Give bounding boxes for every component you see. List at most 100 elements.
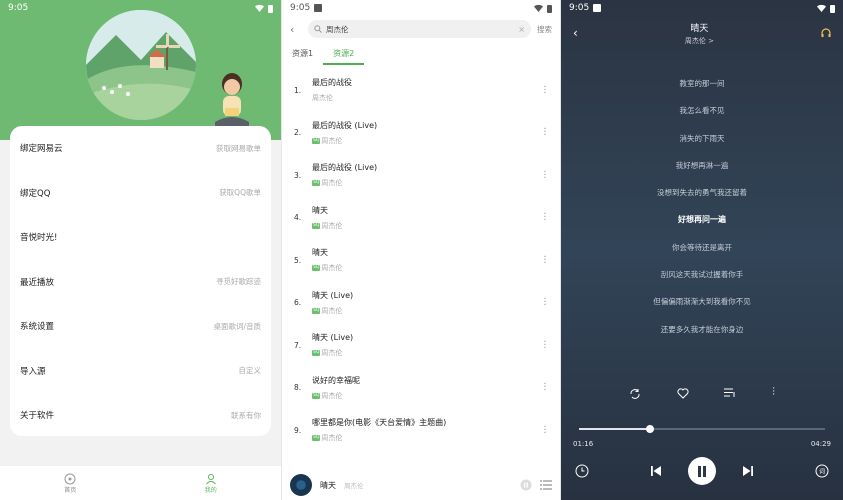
mini-player[interactable]: 晴天 周杰伦 xyxy=(282,470,560,500)
clear-icon[interactable]: × xyxy=(518,25,525,34)
elapsed-time: 01:16 xyxy=(573,440,594,448)
more-icon[interactable]: · · · xyxy=(540,167,550,183)
tab-source-2[interactable]: 资源2 xyxy=(323,48,365,65)
sq-badge: SQ xyxy=(312,265,321,272)
mini-artist: 周杰伦 xyxy=(344,482,364,490)
search-input[interactable]: 周杰伦 × xyxy=(308,20,531,38)
item-index: 2. xyxy=(294,128,302,138)
nav-mine[interactable]: 我的 xyxy=(205,473,217,494)
song-artist: 周杰伦 xyxy=(321,434,343,443)
heart-icon[interactable] xyxy=(677,388,689,400)
notification-icon xyxy=(593,4,602,12)
progress-knob[interactable] xyxy=(646,425,655,433)
more-icon[interactable]: · · · xyxy=(540,125,550,141)
sq-badge: SQ xyxy=(312,392,321,399)
more-icon[interactable]: · · · xyxy=(540,82,550,98)
back-icon[interactable]: ‹ xyxy=(573,26,578,40)
back-icon[interactable]: ‹ xyxy=(290,23,302,36)
song-artist[interactable]: 周杰伦 > xyxy=(685,36,714,46)
more-icon[interactable]: · · · xyxy=(540,337,550,353)
results-list: 1. 最后的战役 周杰伦 · · · 2. 最后的战役 (Live) SQ 周杰伦 ·… xyxy=(282,69,560,452)
playback-controls: 词 xyxy=(561,456,843,486)
list-item[interactable]: 4. 晴天 SQ 周杰伦 · · · xyxy=(282,197,560,240)
settings-row-system[interactable]: 系统设置 桌面歌词/音质 xyxy=(10,304,271,349)
list-item[interactable]: 9. 哪里都是你(电影《天台爱情》主题曲) SQ 周杰伦 · · · xyxy=(282,409,560,452)
battery-icon xyxy=(268,4,273,13)
svg-text:词: 词 xyxy=(819,468,825,476)
settings-row-import-source[interactable]: 导入源 自定义 xyxy=(10,349,271,394)
song-artist: 周杰伦 xyxy=(321,349,343,358)
headphones-icon[interactable] xyxy=(821,28,831,38)
settings-row-recent[interactable]: 最近播放 寻觅好歌踪迹 xyxy=(10,260,271,305)
sq-badge: SQ xyxy=(312,307,321,314)
album-art xyxy=(290,474,312,496)
status-icons xyxy=(255,4,273,13)
queue-icon[interactable] xyxy=(724,388,736,400)
clock-icon[interactable] xyxy=(575,464,589,478)
song-title: 晴天 xyxy=(312,205,328,215)
more-icon[interactable]: · · · xyxy=(540,380,550,396)
loop-icon[interactable] xyxy=(629,388,641,400)
song-artist: 周杰伦 xyxy=(321,264,343,273)
search-button[interactable]: 搜索 xyxy=(537,24,552,35)
list-item[interactable]: 3. 最后的战役 (Live) SQ 周杰伦 · · · xyxy=(282,154,560,197)
status-time: 9:05 xyxy=(290,3,311,13)
playlist-icon[interactable] xyxy=(540,480,552,490)
search-query: 周杰伦 xyxy=(326,24,349,34)
progress-fill xyxy=(579,428,651,430)
settings-card: 绑定网易云 获取网易歌单 绑定QQ 获取QQ歌单 音悦时光! 最近播放 寻觅好歌… xyxy=(10,126,271,436)
row-label: 系统设置 xyxy=(20,322,55,333)
row-hint: 获取QQ歌单 xyxy=(219,188,261,198)
settings-row-bind-qq[interactable]: 绑定QQ 获取QQ歌单 xyxy=(10,171,271,216)
nav-label: 我的 xyxy=(204,486,217,494)
row-hint: 桌面歌词/音质 xyxy=(213,321,261,331)
lyric-line: 我好想再淋一遍 xyxy=(675,160,729,170)
lyric-line: 我怎么看不见 xyxy=(679,106,725,116)
pause-icon xyxy=(697,465,707,477)
nav-label: 首页 xyxy=(64,486,77,494)
settings-row-bind-netease[interactable]: 绑定网易云 获取网易歌单 xyxy=(10,126,271,171)
disc-icon xyxy=(64,473,76,485)
total-time: 04:29 xyxy=(810,440,831,448)
settings-row-about[interactable]: 关于软件 联系有你 xyxy=(10,393,271,438)
list-item[interactable]: 6. 晴天 (Live) SQ 周杰伦 · · · xyxy=(282,282,560,325)
row-hint: 联系有你 xyxy=(231,410,261,420)
mini-title: 晴天 xyxy=(320,480,336,490)
list-item[interactable]: 2. 最后的战役 (Live) SQ 周杰伦 · · · xyxy=(282,112,560,155)
song-title: 晴天 (Live) xyxy=(312,290,354,300)
player-screen: 9:05 ‹ 晴天 周杰伦 > 教室的那一间 我怎么看不见 消失的下雨天 我好想… xyxy=(561,0,843,500)
progress-bar[interactable] xyxy=(579,425,825,433)
settings-row-music-time[interactable]: 音悦时光! xyxy=(10,215,271,260)
more-icon[interactable]: · · · xyxy=(540,210,550,226)
list-item[interactable]: 7. 晴天 (Live) SQ 周杰伦 · · · xyxy=(282,324,560,367)
list-item[interactable]: 5. 晴天 SQ 周杰伦 · · · xyxy=(282,239,560,282)
lyrics-translate-icon[interactable]: 词 xyxy=(815,464,829,478)
more-icon[interactable]: · · · xyxy=(772,385,775,400)
nav-home[interactable]: 首页 xyxy=(64,473,76,494)
previous-icon[interactable] xyxy=(650,465,662,477)
more-icon[interactable]: · · · xyxy=(540,295,550,311)
pause-icon[interactable] xyxy=(520,479,532,491)
next-icon[interactable] xyxy=(742,465,754,477)
wifi-icon xyxy=(817,4,826,12)
user-icon xyxy=(205,473,217,485)
list-item[interactable]: 8. 说好的幸福呢 SQ 周杰伦 · · · xyxy=(282,367,560,410)
more-icon[interactable]: · · · xyxy=(540,422,550,438)
landscape-illustration xyxy=(86,10,196,120)
item-index: 7. xyxy=(294,340,302,350)
song-title: 晴天 (Live) xyxy=(312,333,354,343)
tab-source-1[interactable]: 资源1 xyxy=(292,48,313,59)
source-tabs: 资源1 资源2 xyxy=(282,42,560,65)
lyric-line: 还要多久我才能在你身边 xyxy=(660,324,744,334)
lyric-line: 教室的那一间 xyxy=(679,79,725,88)
settings-screen: 9:05 绑定网易云 获取网易歌单 绑定QQ 获取QQ歌单 音悦时光! 最近播放… xyxy=(0,0,281,500)
song-artist: 周杰伦 xyxy=(321,179,343,188)
row-label: 绑定网易云 xyxy=(20,144,63,155)
lyrics-view[interactable]: 教室的那一间 我怎么看不见 消失的下雨天 我好想再淋一遍 没想到失去的勇气我还留… xyxy=(561,78,843,351)
more-icon[interactable]: · · · xyxy=(540,252,550,268)
item-index: 4. xyxy=(294,213,302,223)
status-time: 9:05 xyxy=(8,3,29,13)
song-title: 晴天 xyxy=(690,23,709,34)
play-pause-button[interactable] xyxy=(688,457,716,485)
list-item[interactable]: 1. 最后的战役 周杰伦 · · · xyxy=(282,69,560,112)
